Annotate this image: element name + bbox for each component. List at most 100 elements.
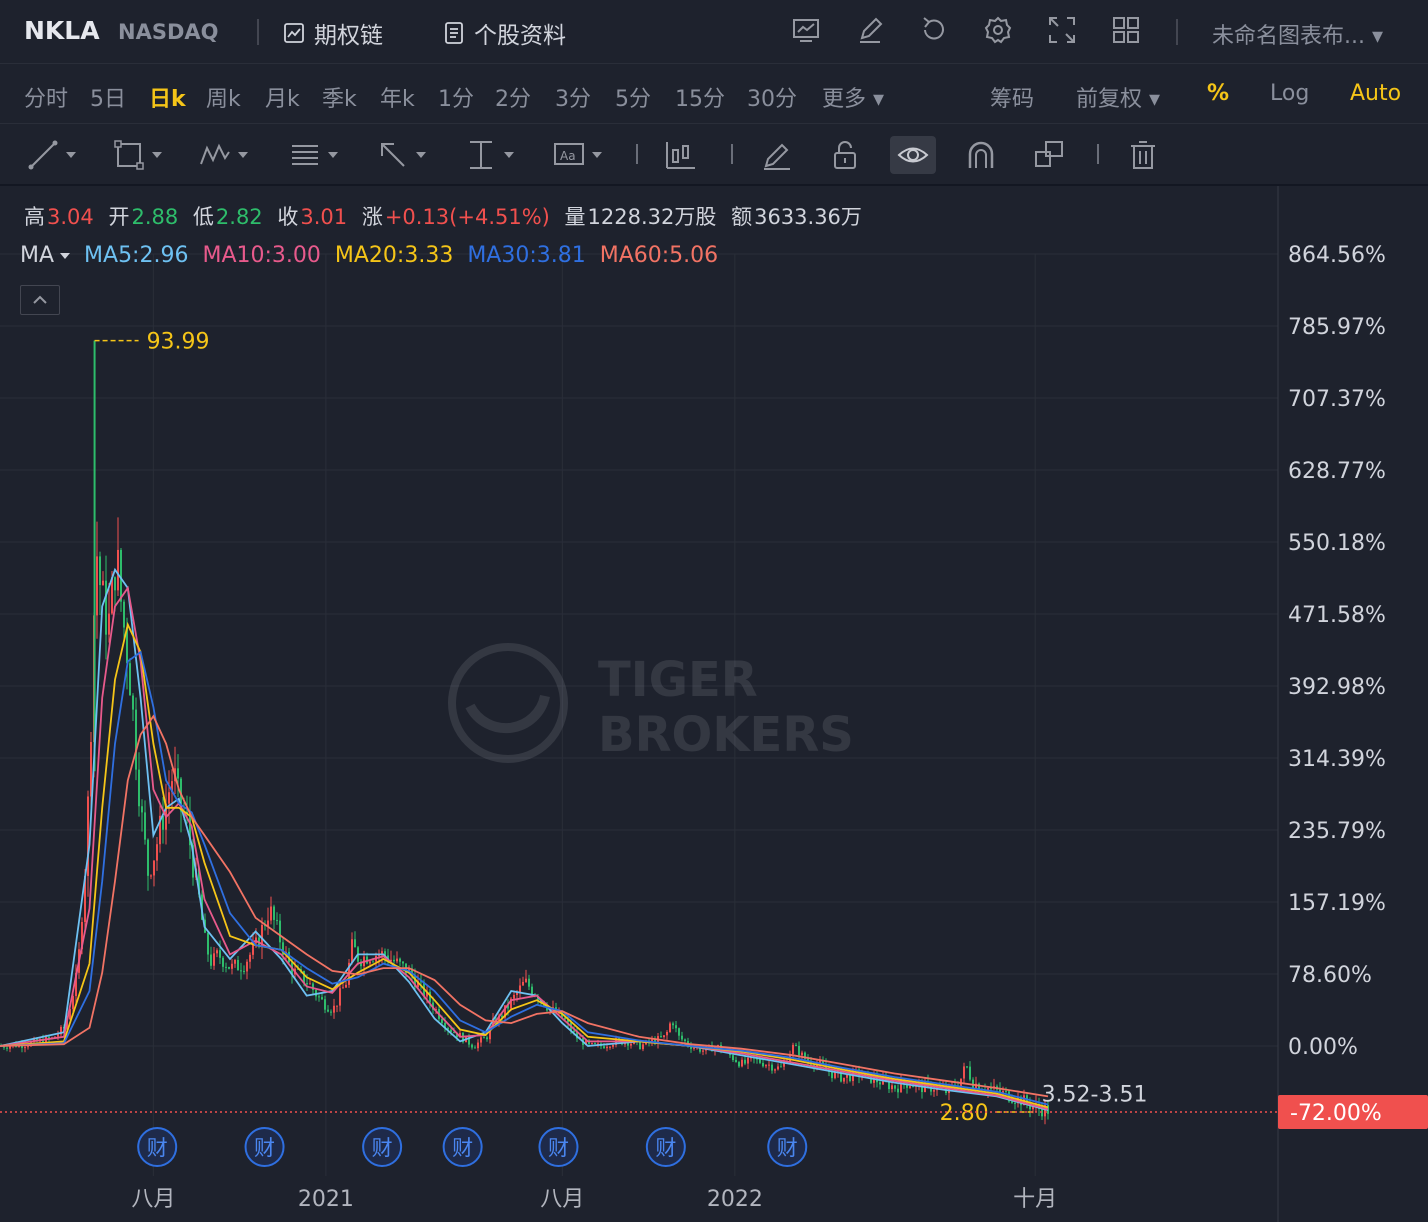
edit-icon[interactable]: [854, 14, 886, 46]
earnings-marker-label: 财: [548, 1136, 569, 1160]
period-more-dropdown[interactable]: 更多 ▾: [822, 81, 884, 113]
indicator-icon[interactable]: [790, 14, 822, 46]
volume-value: 1228.32万股: [587, 205, 717, 229]
auto-toggle[interactable]: Auto: [1350, 81, 1401, 106]
earnings-marker[interactable]: 财: [645, 1127, 686, 1167]
current-value-label: -72.00%: [1290, 1101, 1382, 1126]
pattern-tool[interactable]: [198, 136, 248, 174]
period-15min[interactable]: 15分: [675, 81, 725, 113]
candle-body: [228, 967, 230, 969]
period-daily[interactable]: 日k: [149, 81, 186, 113]
candle-body: [639, 1041, 641, 1050]
settings-icon[interactable]: [982, 14, 1014, 46]
magnet-tool[interactable]: [964, 136, 998, 174]
measure-tool[interactable]: [464, 136, 514, 174]
period-2min[interactable]: 2分: [495, 81, 531, 113]
chips-button[interactable]: 筹码: [990, 81, 1034, 113]
ma-legend: MA MA5:2.96 MA10:3.00 MA20:3.33 MA30:3.8…: [20, 243, 718, 268]
earnings-marker[interactable]: 财: [767, 1127, 808, 1167]
candle-body: [843, 1077, 845, 1082]
period-weekly[interactable]: 周k: [206, 81, 241, 113]
y-tick-label: 314.39%: [1288, 747, 1386, 772]
candle-body: [1014, 1102, 1016, 1104]
candle-body: [735, 1060, 737, 1063]
svg-text:TIGER: TIGER: [598, 652, 758, 708]
delete-tool[interactable]: [1126, 136, 1160, 174]
clone-icon: [1035, 141, 1063, 167]
rectangle-tool[interactable]: [112, 136, 162, 174]
candle-body: [933, 1090, 935, 1092]
ma-dropdown[interactable]: MA: [20, 243, 71, 268]
symbol-ticker[interactable]: NKLA: [24, 16, 100, 45]
period-30min[interactable]: 30分: [747, 81, 797, 113]
layout-grid-icon[interactable]: [1110, 14, 1142, 46]
candle-body: [528, 978, 530, 987]
y-tick-label: 392.98%: [1288, 675, 1386, 700]
period-quarterly[interactable]: 季k: [322, 81, 357, 113]
x-axis: 八月 2021 八月 2022 十月: [131, 1187, 1057, 1212]
candle-body: [606, 1046, 608, 1049]
candle-body: [129, 663, 131, 696]
arrow-tool[interactable]: [376, 136, 426, 174]
candle-body: [219, 950, 221, 958]
candle-body: [522, 981, 524, 986]
candle-body: [1011, 1101, 1013, 1103]
trendline-tool[interactable]: [26, 136, 76, 174]
candle-body: [765, 1065, 767, 1067]
period-5min[interactable]: 5分: [615, 81, 651, 113]
open-label: 开: [108, 205, 130, 229]
candle-body: [330, 1011, 332, 1013]
candle-body: [345, 984, 347, 988]
candle-body: [702, 1050, 704, 1052]
earnings-marker-label: 财: [372, 1136, 393, 1160]
visibility-tool[interactable]: [890, 136, 936, 174]
y-tick-label: 785.97%: [1288, 315, 1386, 340]
period-5day[interactable]: 5日: [90, 81, 126, 113]
earnings-marker[interactable]: 财: [538, 1127, 579, 1167]
text-tool[interactable]: Aa: [552, 136, 602, 174]
candle-body: [147, 839, 149, 876]
candle-body: [399, 958, 401, 962]
candle-body: [831, 1071, 833, 1079]
clone-tool[interactable]: [1032, 136, 1066, 174]
candle-body: [177, 768, 179, 779]
period-yearly[interactable]: 年k: [380, 81, 415, 113]
high-value: 3.04: [47, 205, 94, 229]
earnings-marker[interactable]: 财: [442, 1127, 483, 1167]
log-toggle[interactable]: Log: [1270, 81, 1309, 106]
candle-body: [27, 1046, 29, 1048]
period-3min[interactable]: 3分: [555, 81, 591, 113]
collapse-legend-button[interactable]: [20, 285, 60, 315]
option-chain-button[interactable]: 期权链: [282, 16, 383, 50]
refresh-icon[interactable]: [918, 14, 950, 46]
y-tick-label: 471.58%: [1288, 603, 1386, 628]
candle-tool[interactable]: [664, 136, 698, 174]
period-intraday[interactable]: 分时: [24, 81, 68, 113]
price-chart[interactable]: TIGER BROKERS 93.99 2.80 3.52-3.51 864.56%…: [0, 186, 1428, 1222]
candle-body: [108, 613, 110, 635]
volume-label: 量: [564, 205, 586, 229]
earnings-marker[interactable]: 财: [137, 1127, 178, 1167]
trendline-icon: [28, 140, 58, 170]
candle-body: [342, 987, 344, 989]
candle-body: [351, 939, 353, 963]
chart-layout-name[interactable]: 未命名图表布... ▾: [1212, 18, 1383, 50]
close-value: 3.01: [300, 205, 348, 229]
adjust-dropdown[interactable]: 前复权 ▾: [1076, 81, 1160, 113]
candle-body: [102, 580, 104, 586]
candle-body: [237, 959, 239, 971]
stock-profile-button[interactable]: 个股资料: [442, 16, 566, 50]
earnings-marker[interactable]: 财: [244, 1127, 285, 1167]
percent-toggle[interactable]: %: [1207, 81, 1229, 106]
fullscreen-icon[interactable]: [1046, 14, 1078, 46]
divider: [257, 19, 259, 45]
lock-tool[interactable]: [828, 136, 862, 174]
fibonacci-tool[interactable]: [288, 136, 338, 174]
earnings-marker[interactable]: 财: [362, 1127, 403, 1167]
period-monthly[interactable]: 月k: [265, 81, 300, 113]
svg-text:BROKERS: BROKERS: [598, 707, 854, 763]
period-1min[interactable]: 1分: [438, 81, 474, 113]
brush-tool[interactable]: [760, 136, 794, 174]
candle-body: [609, 1046, 611, 1048]
high-annotation: 93.99: [147, 330, 210, 355]
